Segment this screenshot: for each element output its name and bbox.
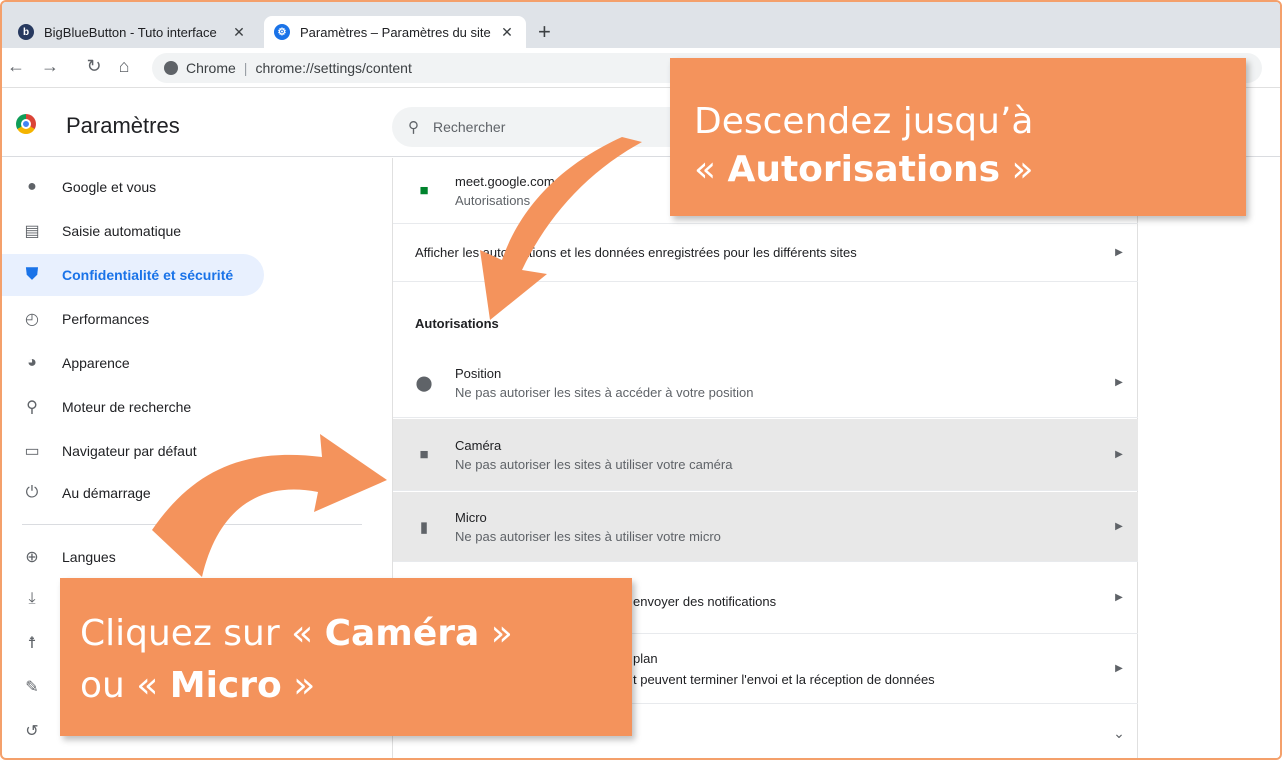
reload-icon[interactable]: ↻: [82, 56, 106, 77]
gauge-icon: ◴: [25, 311, 39, 328]
sidebar-item-label: Moteur de recherche: [62, 399, 192, 415]
callout-scroll-to-permissions: Descendez jusqu’à « Autorisations »: [670, 58, 1246, 216]
camera-icon: ■: [419, 446, 429, 463]
sidebar-item-label: Au démarrage: [62, 485, 151, 501]
globe-icon: ⊕: [25, 549, 39, 566]
chevron-right-icon: ▶: [1115, 247, 1123, 258]
permission-title: Caméra: [455, 437, 502, 453]
sidebar-item-label: Langues: [62, 549, 116, 565]
callout-text: »: [479, 613, 513, 654]
sidebar-item-search-engine[interactable]: ⚲ Moteur de recherche: [2, 386, 264, 428]
home-icon[interactable]: ⌂: [112, 56, 136, 77]
permission-title: plan: [633, 650, 658, 666]
location-pin-icon: ⬤: [415, 374, 433, 392]
callout-line: Descendez jusqu’à: [694, 101, 1034, 142]
permission-subtitle: Ne pas autoriser les sites à utiliser vo…: [455, 456, 733, 472]
sidebar-item-label: Apparence: [62, 355, 130, 371]
palette-icon: ◕: [27, 354, 37, 371]
tab-title: Paramètres – Paramètres du site: [300, 24, 491, 40]
tab-strip: b BigBlueButton - Tuto interface ✕ ⚙ Par…: [2, 2, 1280, 48]
sidebar-item-privacy[interactable]: ⛊ Confidentialité et sécurité: [2, 254, 264, 296]
chrome-site-icon: [164, 61, 178, 75]
sidebar-item-label: Saisie automatique: [62, 223, 182, 239]
clipboard-icon: ▤: [24, 223, 40, 240]
callout-text: «: [694, 149, 728, 190]
sidebar-item-languages[interactable]: ⊕ Langues: [2, 536, 264, 578]
close-icon[interactable]: ✕: [230, 24, 248, 41]
callout-line: « Autorisations »: [694, 146, 1222, 194]
permission-row-camera[interactable]: ■ Caméra Ne pas autoriser les sites à ut…: [393, 419, 1139, 491]
right-margin: [1138, 158, 1280, 758]
omnibox-site: Chrome: [186, 60, 236, 76]
callout-text: Cliquez sur «: [80, 613, 325, 654]
chevron-right-icon: ▶: [1115, 521, 1123, 532]
wrench-icon: ✎: [25, 679, 39, 696]
section-title-permissions: Autorisations: [415, 316, 499, 331]
callout-bold-text: Autorisations: [727, 149, 1001, 190]
back-icon[interactable]: ←: [4, 56, 28, 77]
microphone-icon: ▮: [419, 518, 429, 536]
tab-title: BigBlueButton - Tuto interface: [44, 24, 217, 40]
sidebar-item-autofill[interactable]: ▤ Saisie automatique: [2, 210, 264, 252]
omnibox-url: chrome://settings/content: [255, 60, 412, 76]
callout-bold-text: Caméra: [324, 613, 480, 654]
chrome-logo-icon: [16, 114, 36, 134]
permission-subtitle: Ne pas autoriser les sites à accéder à v…: [455, 384, 754, 400]
permission-subtitle: Ne pas autoriser les sites à utiliser vo…: [455, 528, 721, 544]
permission-subtitle: t peuvent terminer l'envoi et la récepti…: [633, 671, 935, 687]
sidebar-item-label: Confidentialité et sécurité: [62, 267, 234, 283]
chevron-right-icon: ▶: [1115, 592, 1123, 603]
sidebar-divider: [22, 524, 362, 525]
permission-title: Position: [455, 365, 502, 381]
shield-icon: ⛊: [25, 266, 38, 283]
callout-line: Cliquez sur « Caméra »: [80, 608, 612, 660]
permission-row-microphone[interactable]: ▮ Micro Ne pas autoriser les sites à uti…: [393, 492, 1139, 562]
chevron-right-icon: ▶: [1115, 663, 1123, 674]
sidebar-item-startup[interactable]: ⏻ Au démarrage: [2, 472, 264, 514]
callout-line: ou « Micro »: [80, 660, 612, 712]
gear-icon: ⚙: [274, 24, 290, 40]
permission-subtitle: envoyer des notifications: [633, 594, 777, 609]
power-icon: ⏻: [25, 484, 39, 501]
browser-icon: ▭: [24, 443, 40, 460]
search-placeholder: Rechercher: [433, 119, 506, 135]
sidebar-item-label: Navigateur par défaut: [62, 443, 197, 459]
page-title: Paramètres: [66, 113, 180, 138]
sidebar-item-google[interactable]: ● Google et vous: [2, 166, 264, 208]
show-all-sites-row[interactable]: Afficher les autorisations et les donnée…: [393, 224, 1139, 282]
history-icon: ↺: [25, 723, 39, 740]
close-icon[interactable]: ✕: [498, 24, 516, 41]
download-icon: ⤓: [28, 590, 36, 607]
search-icon: ⚲: [26, 399, 38, 416]
callout-text: »: [281, 665, 316, 706]
callout-click-camera-or-micro: Cliquez sur « Caméra » ou « Micro »: [60, 578, 632, 736]
chevron-right-icon: ▶: [1115, 377, 1123, 388]
show-all-sites-label: Afficher les autorisations et les donnée…: [415, 245, 857, 260]
screenshot-frame: b BigBlueButton - Tuto interface ✕ ⚙ Par…: [0, 0, 1282, 760]
sidebar-item-appearance[interactable]: ◕ Apparence: [2, 342, 264, 384]
new-tab-button[interactable]: +: [538, 21, 551, 43]
tab-bigbluebutton[interactable]: b BigBlueButton - Tuto interface ✕: [8, 16, 258, 48]
person-icon: ●: [27, 178, 37, 195]
permission-row-location[interactable]: ⬤ Position Ne pas autoriser les sites à …: [393, 348, 1139, 418]
permission-title: Micro: [455, 509, 487, 525]
callout-text: ou «: [80, 665, 170, 706]
sidebar-item-default-browser[interactable]: ▭ Navigateur par défaut: [2, 430, 264, 472]
sidebar-item-label: Performances: [62, 311, 150, 327]
accessibility-icon: ☨: [27, 635, 37, 652]
google-meet-icon: ■: [419, 182, 429, 199]
search-icon: ⚲: [408, 119, 419, 136]
sidebar-item-label: Google et vous: [62, 179, 157, 195]
callout-bold-text: Micro: [169, 665, 282, 706]
callout-text: »: [1000, 149, 1034, 190]
tab-settings[interactable]: ⚙ Paramètres – Paramètres du site ✕: [264, 16, 526, 48]
forward-icon[interactable]: →: [38, 56, 62, 77]
bigbluebutton-icon: b: [18, 24, 34, 40]
sidebar-item-performance[interactable]: ◴ Performances: [2, 298, 264, 340]
chevron-down-icon: ⌄: [1113, 724, 1125, 741]
omnibox-separator: |: [243, 60, 248, 76]
chevron-right-icon: ▶: [1115, 449, 1123, 460]
